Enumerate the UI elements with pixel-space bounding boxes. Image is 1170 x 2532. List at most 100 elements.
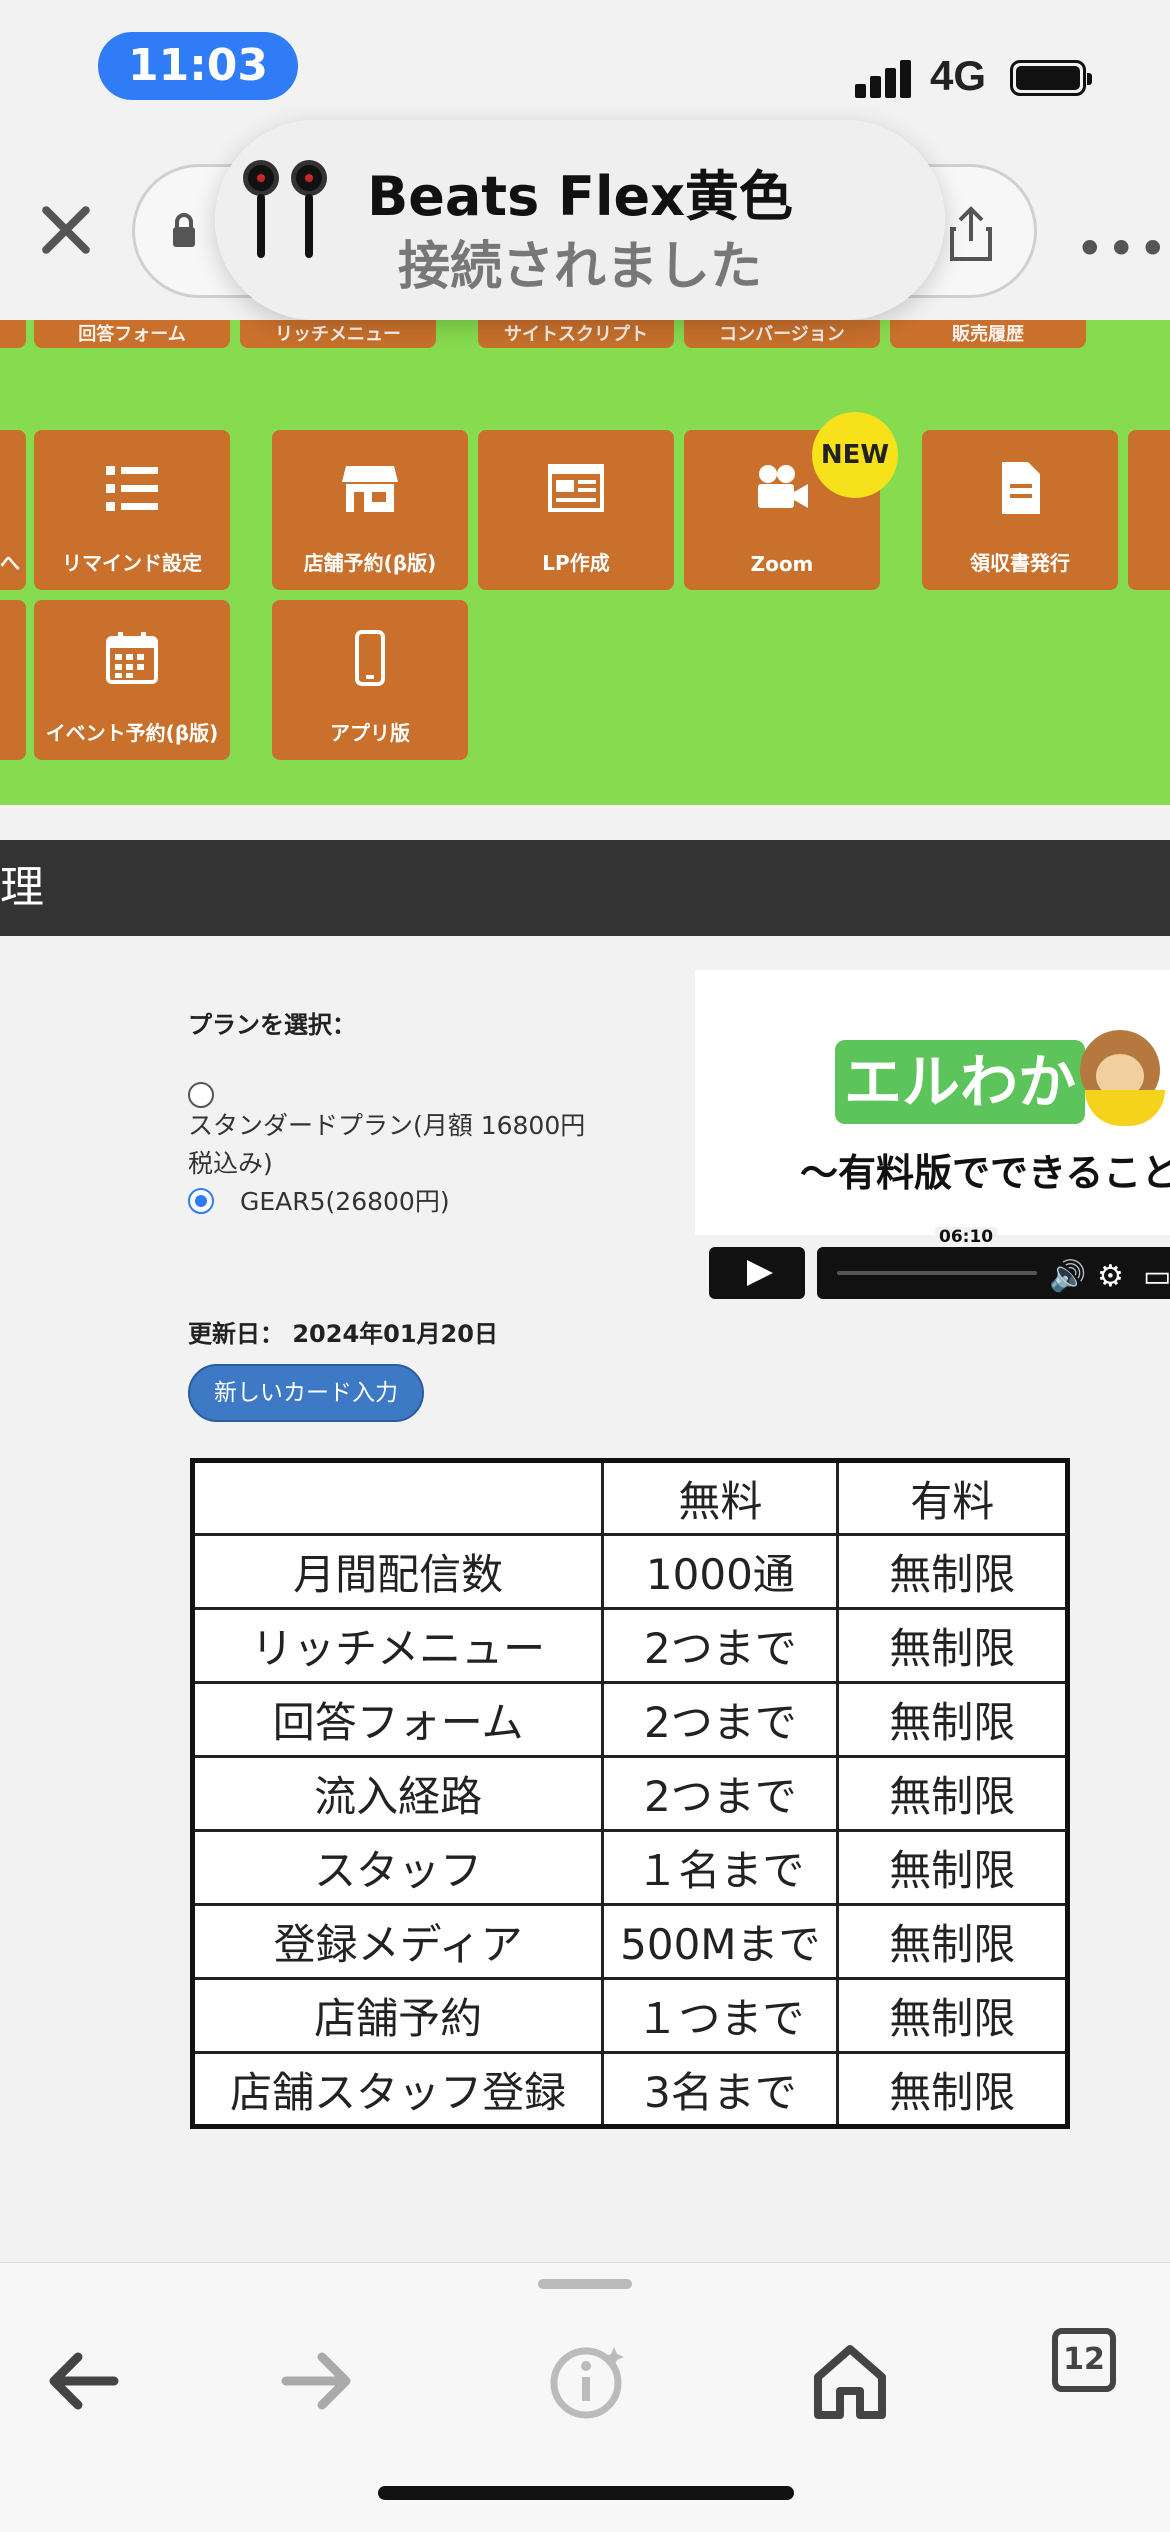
home-indicator bbox=[378, 2486, 794, 2500]
table-cell: 回答フォーム bbox=[190, 1681, 605, 1758]
table-row: 流入経路 2つまで 無制限 bbox=[190, 1755, 1069, 1832]
radio-gear5-plan[interactable] bbox=[188, 1188, 214, 1214]
video-controls: 06:10 🔊 ⚙ ▭ bbox=[695, 1227, 1170, 1310]
gear5-plan-label: GEAR5(26800円) bbox=[240, 1187, 450, 1216]
more-icon[interactable]: ••• bbox=[1075, 220, 1169, 278]
table-cell: 無制限 bbox=[836, 1607, 1069, 1684]
menu-tile-rich-menu[interactable]: リッチメニュー bbox=[240, 320, 436, 348]
page-info-icon[interactable] bbox=[538, 2333, 634, 2429]
table-cell: 無制限 bbox=[836, 1903, 1069, 1980]
table-header-cell: 無料 bbox=[601, 1459, 840, 1536]
table-cell: 登録メディア bbox=[190, 1903, 605, 1980]
table-row: 店舗スタッフ登録 3名まで 無制限 bbox=[190, 2051, 1069, 2128]
video-logo: エルわか bbox=[835, 1040, 1085, 1124]
webpage-icon bbox=[548, 464, 604, 512]
new-badge: NEW bbox=[812, 412, 898, 498]
table-cell: 無制限 bbox=[836, 2051, 1069, 2128]
standard-plan-label-line1: スタンダードプラン(月額 16800円 bbox=[188, 1111, 586, 1140]
menu-tile-store-reservation[interactable]: 店舗予約(β版) bbox=[272, 430, 468, 590]
table-row: 登録メディア 500Mまで 無制限 bbox=[190, 1903, 1069, 1980]
smartphone-icon bbox=[355, 630, 385, 686]
back-arrow-icon[interactable] bbox=[34, 2333, 130, 2429]
table-header-row: 無料 有料 bbox=[190, 1459, 1069, 1536]
table-row: スタッフ １名まで 無制限 bbox=[190, 1829, 1069, 1906]
volume-icon[interactable]: 🔊 bbox=[1049, 1259, 1086, 1294]
video-player[interactable]: エルわか 〜有料版でできること〜 06:10 🔊 ⚙ ▭ bbox=[695, 970, 1170, 1310]
table-cell: リッチメニュー bbox=[190, 1607, 605, 1684]
video-camera-icon bbox=[758, 465, 808, 508]
table-cell: 月間配信数 bbox=[190, 1533, 605, 1610]
standard-plan-label-line2: 税込み) bbox=[188, 1149, 273, 1178]
menu-tile-partial[interactable] bbox=[0, 320, 26, 348]
lock-icon bbox=[173, 213, 195, 247]
table-cell: スタッフ bbox=[190, 1829, 605, 1906]
table-cell: １名まで bbox=[601, 1829, 840, 1906]
menu-tile-lp[interactable]: LP作成 bbox=[478, 430, 674, 590]
table-row: 回答フォーム 2つまで 無制限 bbox=[190, 1681, 1069, 1758]
table-cell: 2つまで bbox=[601, 1607, 840, 1684]
table-cell: 無制限 bbox=[836, 1755, 1069, 1832]
table-cell: １つまで bbox=[601, 1977, 840, 2054]
forward-arrow-icon[interactable] bbox=[270, 2333, 366, 2429]
feature-menu: 回答フォーム リッチメニュー サイトスクリプト コンバージョン 販売履歴 へ リ… bbox=[0, 320, 1170, 805]
share-icon[interactable] bbox=[948, 205, 994, 263]
sheet-grabber[interactable] bbox=[538, 2279, 632, 2289]
video-track[interactable] bbox=[837, 1271, 1037, 1275]
table-cell: 無制限 bbox=[836, 1977, 1069, 2054]
menu-tile-event-reservation[interactable]: イベント予約(β版) bbox=[34, 600, 230, 760]
device-name: Beats Flex黄色 bbox=[367, 165, 793, 228]
table-cell: 2つまで bbox=[601, 1755, 840, 1832]
menu-tile-sales-history[interactable]: 販売履歴 bbox=[890, 320, 1086, 348]
network-type: 4G bbox=[930, 52, 987, 99]
table-row: リッチメニュー 2つまで 無制限 bbox=[190, 1607, 1069, 1684]
home-icon[interactable] bbox=[802, 2333, 898, 2429]
menu-tile-site-script[interactable]: サイトスクリプト bbox=[478, 320, 674, 348]
table-cell: 無制限 bbox=[836, 1533, 1069, 1610]
table-cell: 流入経路 bbox=[190, 1755, 605, 1832]
table-header-cell: 有料 bbox=[836, 1459, 1069, 1536]
store-icon bbox=[342, 466, 398, 512]
table-header-cell bbox=[190, 1459, 605, 1536]
menu-tile-receipt[interactable]: 領収書発行 bbox=[922, 430, 1118, 590]
table-cell: 2つまで bbox=[601, 1681, 840, 1758]
status-time[interactable]: 11:03 bbox=[98, 32, 298, 100]
table-row: 月間配信数 1000通 無制限 bbox=[190, 1533, 1069, 1610]
table-row: 店舗予約 １つまで 無制限 bbox=[190, 1977, 1069, 2054]
menu-tile-reminder[interactable]: リマインド設定 bbox=[34, 430, 230, 590]
video-caption: 〜有料版でできること〜 bbox=[800, 1151, 1170, 1195]
new-card-button[interactable]: 新しいカード入力 bbox=[188, 1364, 424, 1422]
table-cell: 店舗予約 bbox=[190, 1977, 605, 2054]
document-icon bbox=[1002, 462, 1040, 514]
section-header: 理 bbox=[0, 840, 1170, 936]
menu-tile-cut-left[interactable]: へ bbox=[0, 430, 26, 590]
table-cell: 3名まで bbox=[601, 2051, 840, 2128]
bluetooth-connected-notice: Beats Flex黄色 接続されました bbox=[215, 120, 945, 320]
plan-comparison-table: 無料 有料 月間配信数 1000通 無制限 リッチメニュー 2つまで 無制限 回答フォー… bbox=[190, 1458, 1070, 2129]
table-cell: 店舗スタッフ登録 bbox=[190, 2051, 605, 2128]
menu-tile-cut-left-2[interactable] bbox=[0, 600, 26, 760]
menu-tile-answer-form[interactable]: 回答フォーム bbox=[34, 320, 230, 348]
signal-icon bbox=[855, 58, 915, 98]
gear-icon[interactable]: ⚙ bbox=[1097, 1259, 1124, 1294]
play-icon[interactable] bbox=[709, 1247, 805, 1299]
menu-tile-conversion[interactable]: コンバージョン bbox=[684, 320, 880, 348]
menu-tile-cut-right[interactable] bbox=[1128, 430, 1170, 590]
connection-status: 接続されました bbox=[397, 237, 762, 297]
video-duration: 06:10 bbox=[935, 1227, 998, 1247]
calendar-icon bbox=[106, 632, 158, 684]
menu-tile-app[interactable]: アプリ版 bbox=[272, 600, 468, 760]
video-progress-bar[interactable]: 06:10 🔊 ⚙ ▭ bbox=[817, 1227, 1170, 1299]
table-cell: 無制限 bbox=[836, 1829, 1069, 1906]
table-cell: 500Mまで bbox=[601, 1903, 840, 1980]
tabs-count-button[interactable]: 12 bbox=[1052, 2328, 1116, 2392]
close-icon[interactable] bbox=[34, 198, 98, 262]
battery-icon bbox=[1010, 60, 1092, 96]
banana-icon bbox=[1085, 1090, 1165, 1126]
fullscreen-icon[interactable]: ▭ bbox=[1143, 1259, 1170, 1294]
table-cell: 1000通 bbox=[601, 1533, 840, 1610]
radio-standard-plan[interactable] bbox=[188, 1082, 214, 1108]
plan-label: プランを選択： bbox=[188, 1011, 356, 1039]
table-cell: 無制限 bbox=[836, 1681, 1069, 1758]
updated-date: 更新日： 2024年01月20日 bbox=[188, 1320, 498, 1348]
list-icon bbox=[106, 466, 158, 511]
